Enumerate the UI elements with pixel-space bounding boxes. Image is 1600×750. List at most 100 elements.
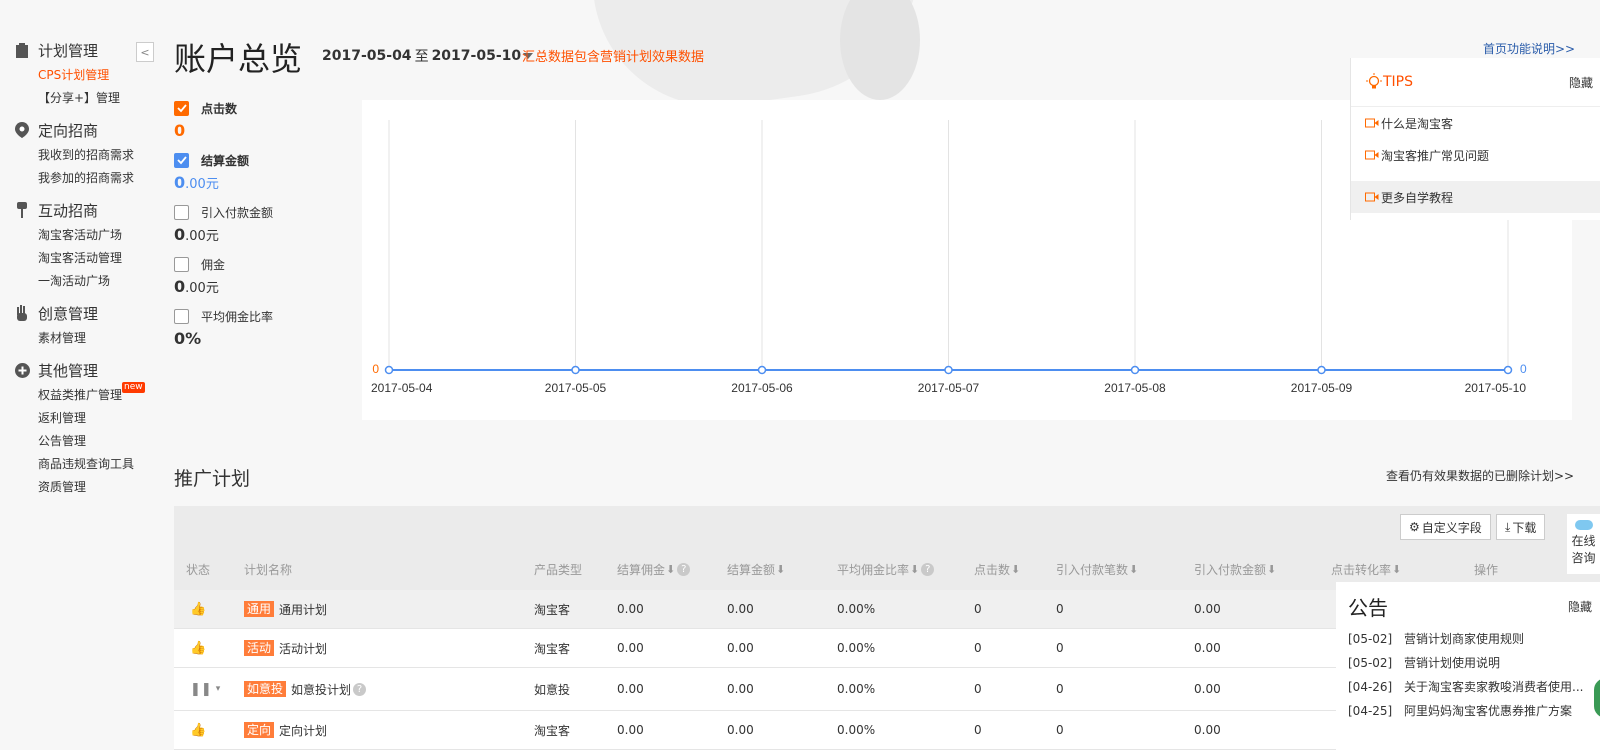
checkbox[interactable] [174, 204, 189, 220]
video-icon [1365, 118, 1379, 128]
custom-fields-button[interactable]: ⚙ 自定义字段 [1400, 514, 1491, 540]
sidebar-item-etao-square[interactable]: 一淘活动广场 [0, 270, 160, 293]
chart-point [757, 365, 767, 375]
pause-icon: ❚❚ [190, 681, 212, 697]
sidebar-section-title[interactable]: 创意管理 [0, 299, 160, 327]
date-range-picker[interactable]: 2017-05-04 至 2017-05-10 [322, 46, 534, 66]
metric-value-unit: .00元 [185, 177, 219, 192]
col-header-type: 产品类型 [534, 562, 583, 577]
metric-value-number: 0 [174, 121, 186, 140]
sidebar-section-title[interactable]: 其他管理 [0, 356, 160, 384]
tips-item-more[interactable]: 更多自学教程 [1351, 181, 1600, 213]
new-badge: new [122, 382, 145, 393]
plan-name-cell[interactable]: 活动 活动计划 [244, 629, 327, 667]
sidebar-item-share-plus[interactable]: 【分享+】管理 [0, 87, 160, 110]
sidebar-item-rebate[interactable]: 返利管理 [0, 407, 160, 430]
col-header-pay[interactable]: 引入付款金额 ⬇ [1194, 561, 1276, 578]
plan-name: 通用计划 [279, 602, 328, 617]
plan-tag: 通用 [244, 601, 275, 617]
metric-value: 0.00元 [174, 277, 349, 296]
tips-item[interactable]: 什么是淘宝客 [1351, 107, 1600, 139]
notice-title: 公告 [1348, 596, 1388, 620]
sidebar-item-qualification[interactable]: 资质管理 [0, 476, 160, 499]
thumbs-up-icon[interactable]: 👍 [190, 629, 206, 667]
checkbox[interactable] [174, 308, 189, 324]
notice-item[interactable]: [05-02] 营销计划商家使用规则 [1336, 627, 1600, 651]
online-consult-button[interactable]: 在线 咨询 [1567, 514, 1600, 574]
sidebar-title-label: 创意管理 [38, 304, 99, 323]
sidebar-section-title[interactable]: 互动招商 [0, 196, 160, 224]
metric-value: 0% [174, 329, 349, 348]
col-header-name: 计划名称 [244, 562, 293, 577]
col-header-clicks[interactable]: 点击数 ⬇ [974, 561, 1020, 578]
checkbox[interactable] [174, 100, 189, 116]
plan-name-cell[interactable]: 通用 通用计划 [244, 590, 327, 628]
date-separator: 至 [414, 49, 429, 65]
col-header-label: 结算金额 [727, 562, 776, 577]
plan-tag: 定向 [244, 722, 275, 738]
metrics-panel: 点击数 0 结算金额 0.00元 引入付款金额 0.00元 佣金 0.00元 平… [174, 98, 349, 358]
notice-text: 营销计划商家使用规则 [1404, 632, 1525, 646]
sort-icon: ⬇ [1392, 562, 1402, 576]
col-header-conversion[interactable]: 点击转化率 ⬇ [1331, 561, 1401, 578]
download-button[interactable]: ⤓ 下载 [1496, 514, 1546, 540]
col-header-commission[interactable]: 结算佣金 ⬇? [617, 561, 691, 578]
chart-left-axis-label: 0 [372, 362, 379, 376]
sidebar-collapse-button[interactable]: < [136, 42, 154, 62]
gear-icon: ⚙ [1409, 520, 1420, 534]
sidebar-item-violation-tool[interactable]: 商品违规查询工具 [0, 453, 160, 476]
deleted-plans-link[interactable]: 查看仍有效果数据的已删除计划>> [1386, 467, 1574, 484]
sidebar-item-activity-manage[interactable]: 淘宝客活动管理 [0, 247, 160, 270]
cell-amount: 0.00 [727, 723, 754, 737]
sidebar-item-joined-requests[interactable]: 我参加的招商需求 [0, 167, 160, 190]
hand-icon [14, 305, 30, 321]
thumbs-up-icon[interactable]: 👍 [190, 711, 206, 749]
question-icon[interactable]: ? [353, 682, 367, 696]
plan-name-cell[interactable]: 如意投 如意投计划? [244, 668, 367, 710]
video-icon [1365, 150, 1379, 160]
plan-tag: 活动 [244, 640, 275, 656]
floating-action-button[interactable] [1592, 676, 1600, 720]
sidebar-title-label: 计划管理 [38, 41, 99, 60]
background-decoration-2 [840, 0, 920, 100]
thumbs-up-icon[interactable]: 👍 [190, 590, 206, 628]
help-link[interactable]: 首页功能说明>> [1483, 40, 1575, 57]
metric-value: 0.00元 [174, 173, 349, 192]
pause-dropdown[interactable]: ❚❚ ▾ [190, 668, 220, 710]
date-from: 2017-05-04 [322, 48, 412, 64]
chart-x-tick-label: 2017-05-09 [1291, 381, 1353, 395]
sidebar-item-rights-promo[interactable]: 权益类推广管理 new [0, 382, 160, 407]
online-label-2: 咨询 [1571, 551, 1596, 565]
sidebar-item-announcement[interactable]: 公告管理 [0, 430, 160, 453]
chart-x-tick-label: 2017-05-06 [731, 381, 793, 395]
col-header-label: 点击转化率 [1331, 562, 1392, 577]
metric-label: 点击数 [201, 101, 238, 116]
notice-item[interactable]: [04-26] 关于淘宝客卖家教唆消费者使用... [1336, 675, 1600, 699]
sidebar-item-cps-plan[interactable]: CPS计划管理 [0, 64, 160, 87]
question-icon[interactable]: ? [921, 562, 935, 576]
sidebar-item-activity-square[interactable]: 淘宝客活动广场 [0, 224, 160, 247]
sidebar-item-materials[interactable]: 素材管理 [0, 327, 160, 350]
tips-hide-button[interactable]: 隐藏 [1569, 74, 1593, 91]
notice-item[interactable]: [05-02] 营销计划使用说明 [1336, 651, 1600, 675]
metric-value: 0 [174, 121, 349, 140]
col-header-amount[interactable]: 结算金额 ⬇ [727, 561, 785, 578]
chart-point [571, 365, 580, 375]
tips-item[interactable]: 淘宝客推广常见问题 [1351, 139, 1600, 171]
col-header-label: 引入付款金额 [1194, 562, 1267, 577]
col-header-orders[interactable]: 引入付款笔数 ⬇ [1056, 561, 1138, 578]
question-icon[interactable]: ? [677, 562, 691, 576]
plan-name-cell[interactable]: 定向 定向计划 [244, 711, 327, 749]
checkbox[interactable] [174, 256, 189, 272]
col-header-avg-rate[interactable]: 平均佣金比率 ⬇? [837, 561, 935, 578]
notice-date: [05-02] [1348, 632, 1393, 646]
metric-avg-rate: 平均佣金比率 0% [174, 306, 349, 348]
notice-item[interactable]: [04-25] 阿里妈妈淘宝客优惠券推广方案 [1336, 699, 1600, 723]
download-icon: ⤓ [1505, 519, 1511, 534]
sidebar-item-received-requests[interactable]: 我收到的招商需求 [0, 144, 160, 167]
sidebar-section-title[interactable]: 定向招商 [0, 116, 160, 144]
tips-item-label: 什么是淘宝客 [1381, 116, 1454, 131]
notice-hide-button[interactable]: 隐藏 [1568, 598, 1592, 615]
notice-date: [05-02] [1348, 656, 1393, 670]
checkbox[interactable] [174, 152, 189, 168]
